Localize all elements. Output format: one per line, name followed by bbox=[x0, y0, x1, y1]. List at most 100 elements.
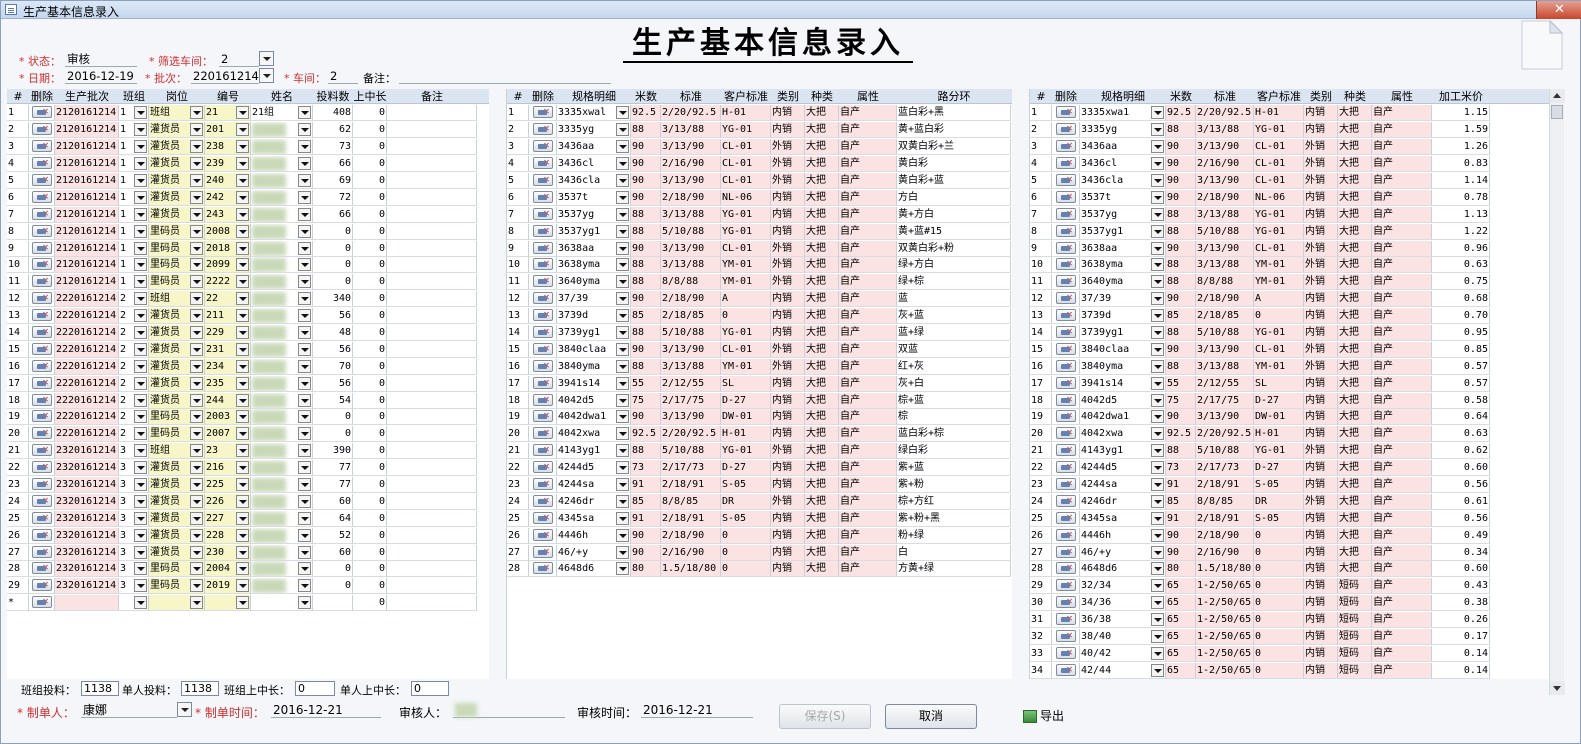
team-cell[interactable]: 1 bbox=[119, 139, 149, 156]
upper-cell[interactable]: 0 bbox=[353, 139, 387, 156]
upper-cell[interactable]: 0 bbox=[353, 206, 387, 223]
standard-cell[interactable]: 2/20/92.5 bbox=[661, 426, 721, 443]
standard-cell[interactable]: 3/13/90 bbox=[661, 240, 721, 257]
team-cell[interactable]: 1 bbox=[119, 156, 149, 173]
delete-icon[interactable]: ✕ bbox=[1055, 511, 1076, 524]
dropdown-icon[interactable] bbox=[190, 579, 203, 593]
upper-cell[interactable]: 0 bbox=[353, 426, 387, 443]
attribute-cell[interactable]: 自产 bbox=[1372, 308, 1432, 325]
standard-cell[interactable]: 2/17/73 bbox=[1196, 460, 1254, 477]
batch-field[interactable]: 220161214 bbox=[191, 69, 259, 84]
kind-cell[interactable]: 大把 bbox=[1338, 392, 1372, 409]
category-cell[interactable]: 内销 bbox=[1304, 629, 1338, 646]
customer-standard-cell[interactable]: SL bbox=[721, 375, 771, 392]
upper-cell[interactable]: 0 bbox=[353, 223, 387, 240]
category-cell[interactable]: 内销 bbox=[1304, 409, 1338, 426]
category-cell[interactable]: 内销 bbox=[771, 223, 805, 240]
code-cell[interactable]: 2018 bbox=[205, 240, 251, 257]
attribute-cell[interactable]: 自产 bbox=[1372, 173, 1432, 189]
price-cell[interactable]: 0.57 bbox=[1432, 358, 1490, 375]
category-cell[interactable]: 内销 bbox=[1304, 291, 1338, 308]
batch-cell[interactable]: 2320161214 bbox=[55, 477, 119, 494]
kind-cell[interactable]: 大把 bbox=[805, 291, 839, 308]
standard-cell[interactable]: 8/8/88 bbox=[661, 274, 721, 291]
attribute-cell[interactable]: 自产 bbox=[839, 426, 897, 443]
dropdown-icon[interactable] bbox=[236, 207, 249, 221]
delete-icon[interactable]: ✕ bbox=[532, 275, 553, 288]
price-cell[interactable]: 0.56 bbox=[1432, 510, 1490, 527]
attribute-cell[interactable]: 自产 bbox=[1372, 612, 1432, 629]
upper-cell[interactable]: 0 bbox=[353, 240, 387, 257]
scroll-down-icon[interactable] bbox=[1550, 681, 1565, 695]
route-cell[interactable]: 黄+蓝#15 bbox=[897, 223, 1011, 240]
status-field[interactable]: 审核 bbox=[65, 52, 137, 67]
name-cell[interactable] bbox=[251, 358, 313, 375]
meters-cell[interactable]: 92.5 bbox=[631, 426, 661, 443]
price-cell[interactable]: 0.58 bbox=[1432, 392, 1490, 409]
post-cell[interactable]: 灌货员 bbox=[149, 325, 205, 342]
customer-standard-cell[interactable]: 0 bbox=[721, 527, 771, 544]
code-cell[interactable]: 230 bbox=[205, 544, 251, 561]
shop-filter-field[interactable]: 2 bbox=[219, 52, 259, 67]
customer-standard-cell[interactable]: DW-01 bbox=[721, 409, 771, 426]
delete-icon[interactable]: ✕ bbox=[31, 393, 52, 406]
meters-cell[interactable]: 90 bbox=[1166, 156, 1196, 173]
spec-cell[interactable]: 34/36 bbox=[1080, 595, 1166, 612]
kind-cell[interactable]: 大把 bbox=[1338, 274, 1372, 291]
dropdown-icon[interactable] bbox=[298, 326, 311, 340]
spec-cell[interactable]: 3335xwa1 bbox=[1080, 105, 1166, 122]
route-cell[interactable]: 灰+蓝 bbox=[897, 308, 1011, 325]
dropdown-icon[interactable] bbox=[298, 190, 311, 204]
upper-cell[interactable]: 0 bbox=[353, 358, 387, 375]
delete-icon[interactable]: ✕ bbox=[31, 309, 52, 322]
dropdown-icon[interactable] bbox=[1151, 292, 1164, 306]
delete-icon[interactable]: ✕ bbox=[1055, 241, 1076, 254]
standard-cell[interactable]: 2/17/75 bbox=[1196, 392, 1254, 409]
route-cell[interactable]: 黄白彩 bbox=[897, 156, 1011, 173]
spec-cell[interactable]: 3537yg1 bbox=[1080, 223, 1166, 240]
dropdown-icon[interactable] bbox=[616, 241, 629, 255]
category-cell[interactable]: 内销 bbox=[771, 426, 805, 443]
team-cell[interactable]: 1 bbox=[119, 122, 149, 139]
kind-cell[interactable]: 大把 bbox=[805, 173, 839, 189]
dropdown-icon[interactable] bbox=[616, 309, 629, 323]
post-cell[interactable]: 灌货员 bbox=[149, 206, 205, 223]
team-cell[interactable]: 3 bbox=[119, 510, 149, 527]
route-cell[interactable]: 棕+蓝 bbox=[897, 392, 1011, 409]
dropdown-icon[interactable] bbox=[134, 461, 147, 475]
dropdown-icon[interactable] bbox=[1151, 461, 1164, 475]
meters-cell[interactable]: 90 bbox=[631, 544, 661, 561]
attribute-cell[interactable]: 自产 bbox=[1372, 105, 1432, 122]
price-cell[interactable]: 0.62 bbox=[1432, 443, 1490, 460]
kind-cell[interactable]: 大把 bbox=[805, 240, 839, 257]
kind-cell[interactable]: 大把 bbox=[805, 527, 839, 544]
meters-cell[interactable]: 90 bbox=[1166, 240, 1196, 257]
post-cell[interactable]: 里码员 bbox=[149, 223, 205, 240]
standard-cell[interactable]: 5/10/88 bbox=[1196, 223, 1254, 240]
customer-standard-cell[interactable]: S-05 bbox=[721, 477, 771, 494]
team-cell[interactable]: 1 bbox=[119, 189, 149, 206]
route-cell[interactable]: 白 bbox=[897, 544, 1011, 561]
attribute-cell[interactable]: 自产 bbox=[839, 409, 897, 426]
dropdown-icon[interactable] bbox=[134, 444, 147, 458]
team-cell[interactable]: 2 bbox=[119, 426, 149, 443]
delete-icon[interactable]: ✕ bbox=[31, 596, 52, 609]
dropdown-icon[interactable] bbox=[1151, 613, 1164, 627]
kind-cell[interactable]: 大把 bbox=[805, 325, 839, 342]
category-cell[interactable]: 内销 bbox=[1304, 477, 1338, 494]
category-cell[interactable]: 内销 bbox=[771, 460, 805, 477]
spec-cell[interactable]: 3640yma bbox=[1080, 274, 1166, 291]
meters-cell[interactable]: 90 bbox=[631, 240, 661, 257]
dropdown-icon[interactable] bbox=[1151, 157, 1164, 171]
meters-cell[interactable]: 90 bbox=[1166, 291, 1196, 308]
batch-cell[interactable]: 2120161214 bbox=[55, 206, 119, 223]
standard-cell[interactable]: 1-2/50/65 bbox=[1196, 595, 1254, 612]
customer-standard-cell[interactable]: S-05 bbox=[1254, 477, 1304, 494]
dropdown-icon[interactable] bbox=[1151, 630, 1164, 644]
customer-standard-cell[interactable]: 0 bbox=[721, 544, 771, 561]
meters-cell[interactable]: 90 bbox=[631, 156, 661, 173]
customer-standard-cell[interactable]: A bbox=[721, 291, 771, 308]
team-cell[interactable]: 2 bbox=[119, 325, 149, 342]
name-cell[interactable] bbox=[251, 460, 313, 477]
post-cell[interactable]: 灌货员 bbox=[149, 477, 205, 494]
